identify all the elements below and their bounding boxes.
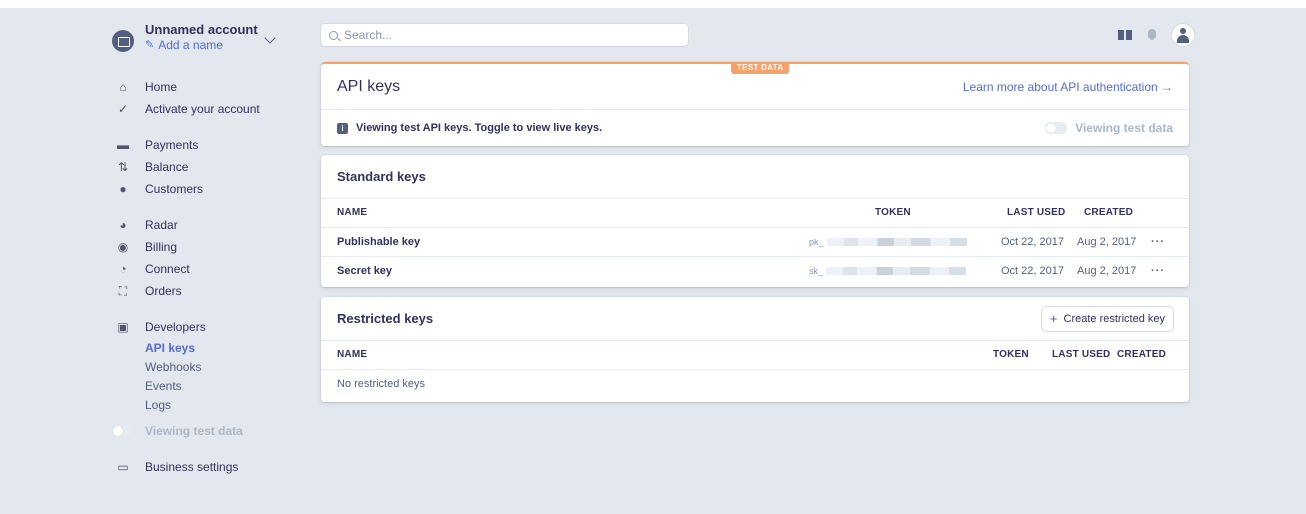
sidebar-item-orders[interactable]: ⛶ Orders — [112, 280, 302, 302]
sidebar-test-data-toggle[interactable]: Viewing test data — [112, 420, 302, 442]
sidebar-item-balance[interactable]: ⇅ Balance — [112, 156, 302, 178]
key-token[interactable]: sk_ — [809, 257, 967, 285]
page-title: API keys — [337, 77, 401, 95]
sidebar-item-radar[interactable]: ◕ Radar — [112, 214, 302, 236]
sidebar-item-connect[interactable]: ◔ Connect — [112, 258, 302, 280]
search-input[interactable]: Search... — [321, 24, 688, 46]
table-header: NAME TOKEN LAST USED CREATED — [321, 199, 1189, 228]
window-top-strip — [0, 0, 1306, 8]
token-redacted — [826, 267, 967, 275]
more-options-icon[interactable]: ··· — [1151, 257, 1165, 285]
terminal-icon: ▣ — [117, 320, 129, 334]
key-last-used: Oct 22, 2017 — [1001, 236, 1064, 248]
test-data-toggle[interactable]: Viewing test data — [1045, 121, 1173, 135]
col-created: CREATED — [1084, 207, 1133, 218]
business-icon: ▭ — [117, 460, 129, 474]
store-icon — [112, 30, 134, 52]
avatar[interactable] — [1172, 24, 1194, 46]
col-token: TOKEN — [875, 207, 911, 218]
docs-book-icon[interactable] — [1118, 30, 1132, 40]
sidebar-subitem-webhooks[interactable]: Webhooks — [112, 357, 302, 376]
plus-icon: + — [1049, 311, 1058, 326]
api-keys-card: TEST DATA API keys Learn more about API … — [321, 62, 1189, 146]
table-row[interactable]: Secret key sk_ Oct 22, 2017 Aug 2, 2017 … — [321, 257, 1189, 286]
table-row[interactable]: Publishable key pk_ Oct 22, 2017 Aug 2, … — [321, 228, 1189, 257]
chevron-down-icon[interactable] — [264, 32, 276, 44]
toggle-switch[interactable] — [112, 425, 134, 437]
key-name: Secret key — [337, 265, 393, 277]
col-name: NAME — [337, 349, 368, 360]
home-icon: ⌂ — [119, 80, 127, 94]
radar-icon: ◕ — [119, 218, 127, 232]
sidebar-item-payments[interactable]: ▬ Payments — [112, 134, 302, 156]
section-title: Restricted keys — [337, 311, 434, 326]
orders-icon: ⛶ — [118, 283, 128, 298]
col-last-used: LAST USED — [1052, 349, 1111, 360]
account-name: Unnamed account — [145, 22, 258, 37]
empty-state-row: No restricted keys — [321, 370, 1189, 399]
account-switcher[interactable]: Unnamed account ✎ Add a name — [112, 22, 302, 62]
sidebar-item-home[interactable]: ⌂ Home — [112, 76, 302, 98]
table-header: NAME TOKEN LAST USED CREATED — [321, 341, 1189, 370]
sidebar-item-business-settings[interactable]: ▭ Business settings — [112, 456, 302, 478]
empty-state-text: No restricted keys — [337, 378, 426, 390]
customers-icon: ● — [119, 182, 127, 196]
sidebar: Unnamed account ✎ Add a name ⌂ Home ✓ Ac… — [112, 22, 302, 478]
key-name: Publishable key — [337, 236, 421, 248]
billing-icon: ◉ — [117, 240, 129, 254]
test-keys-notice: Viewing test API keys. Toggle to view li… — [356, 122, 603, 134]
payments-icon: ▬ — [117, 138, 129, 152]
sidebar-item-activate[interactable]: ✓ Activate your account — [112, 98, 302, 120]
key-token[interactable]: pk_ — [809, 228, 967, 256]
sidebar-subitem-logs[interactable]: Logs — [112, 395, 302, 414]
pencil-icon: ✎ — [145, 39, 155, 51]
sidebar-item-customers[interactable]: ● Customers — [112, 178, 302, 200]
bell-icon[interactable] — [1146, 29, 1158, 41]
check-icon: ✓ — [117, 102, 129, 116]
sidebar-subitem-api-keys[interactable]: API keys — [112, 338, 302, 357]
top-bar-actions — [1118, 24, 1194, 46]
sidebar-item-developers[interactable]: ▣ Developers — [112, 316, 302, 338]
key-last-used: Oct 22, 2017 — [1001, 265, 1064, 277]
col-token: TOKEN — [993, 349, 1029, 360]
key-created: Aug 2, 2017 — [1077, 236, 1137, 248]
sidebar-subitem-events[interactable]: Events — [112, 376, 302, 395]
section-title: Standard keys — [337, 169, 426, 184]
key-created: Aug 2, 2017 — [1077, 265, 1137, 277]
learn-more-link[interactable]: Learn more about API authentication → — [963, 80, 1173, 94]
col-created: CREATED — [1117, 349, 1166, 360]
standard-keys-card: Standard keys NAME TOKEN LAST USED CREAT… — [321, 155, 1189, 287]
toggle-switch[interactable] — [1045, 122, 1068, 134]
create-restricted-key-button[interactable]: + Create restricted key — [1041, 306, 1173, 331]
test-data-badge: TEST DATA — [731, 62, 790, 74]
search-icon — [329, 30, 338, 40]
add-name-link[interactable]: ✎ Add a name — [145, 38, 258, 52]
info-icon: i — [337, 122, 348, 134]
sidebar-item-billing[interactable]: ◉ Billing — [112, 236, 302, 258]
connect-icon: ◔ — [119, 262, 127, 276]
col-name: NAME — [337, 207, 368, 218]
token-redacted — [826, 238, 967, 246]
restricted-keys-card: Restricted keys + Create restricted key … — [321, 297, 1189, 402]
col-last-used: LAST USED — [1007, 207, 1066, 218]
more-options-icon[interactable]: ··· — [1151, 228, 1165, 256]
balance-icon: ⇅ — [117, 160, 129, 174]
